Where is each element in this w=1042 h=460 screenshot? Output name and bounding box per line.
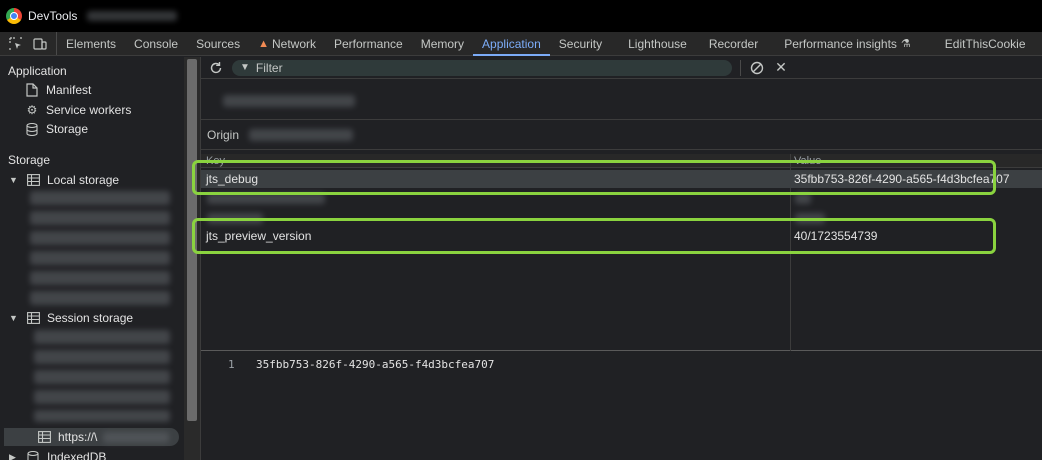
table-icon: [25, 172, 41, 188]
storage-toolbar: ▼ ✕: [201, 57, 1042, 79]
sidebar-item-label: Manifest: [46, 83, 92, 97]
sidebar-heading-application: Application: [8, 64, 67, 78]
title-bar: DevTools: [0, 0, 1042, 32]
sidebar-item-storage[interactable]: Storage: [24, 121, 88, 137]
devtools-tab-bar: Elements Console Sources ▲ Network Perfor…: [0, 32, 1042, 56]
tab-security[interactable]: Security: [550, 32, 611, 55]
storage-data-grid: Key Value jts_debug 35fbb753-826f-4290-a…: [192, 154, 1042, 351]
database-icon: [24, 121, 40, 137]
sidebar-item-label: Local storage: [47, 173, 120, 187]
annotation-highlight-preview-version: [192, 218, 996, 254]
expand-triangle-icon[interactable]: ▼: [9, 313, 19, 323]
tab-label: Performance: [334, 36, 403, 51]
expand-triangle-icon[interactable]: ▼: [9, 175, 19, 185]
tool-icons: [0, 32, 57, 55]
sidebar-item-manifest[interactable]: Manifest: [24, 82, 91, 98]
sidebar-heading-storage: Storage: [8, 153, 51, 167]
redacted-url: [223, 95, 355, 107]
device-toolbar-icon[interactable]: [32, 36, 48, 52]
redacted-origin: [34, 390, 170, 404]
tab-label: Console: [134, 36, 179, 51]
tab-lighthouse[interactable]: Lighthouse: [619, 32, 696, 55]
redacted-origin: [34, 350, 170, 364]
storage-panel: ▼ ✕ Origin Key Value jts_debug 35fbb753-…: [192, 57, 1042, 460]
tab-label: Network: [271, 36, 316, 51]
sidebar-item-session-storage[interactable]: ▼ Session storage: [9, 310, 133, 326]
tab-application[interactable]: Application: [473, 32, 550, 56]
sidebar-item-session-origin[interactable]: https://\: [36, 429, 170, 445]
redacted-title: [87, 11, 178, 21]
sidebar-item-label: Storage: [46, 122, 89, 136]
document-icon: [24, 82, 40, 98]
chrome-logo-icon: [6, 8, 22, 24]
delete-selected-icon[interactable]: ✕: [773, 59, 789, 76]
sidebar-item-indexeddb[interactable]: ▶ IndexedDB: [9, 449, 106, 460]
sidebar-item-label: Service workers: [46, 103, 132, 117]
warning-icon: ▲: [258, 37, 269, 50]
redacted-origin: [30, 231, 170, 245]
origin-url-block: [201, 80, 1042, 120]
tab-performance[interactable]: Performance: [325, 32, 412, 55]
redacted-origin: [30, 251, 170, 265]
inspect-element-icon[interactable]: [8, 36, 24, 52]
annotation-highlight-debug: [192, 160, 996, 195]
toolbar-divider: [740, 59, 741, 76]
application-sidebar: Application Manifest ⚙ Service workers S…: [0, 57, 184, 460]
tab-network[interactable]: ▲ Network: [249, 32, 325, 55]
tab-label: EditThisCookie: [944, 36, 1026, 51]
tab-label: Performance insights: [784, 36, 897, 51]
filter-icon: ▼: [240, 62, 250, 73]
tab-label: Application: [482, 36, 541, 51]
tab-label: Security: [558, 36, 603, 51]
collapse-triangle-icon[interactable]: ▶: [9, 452, 19, 460]
sidebar-item-service-workers[interactable]: ⚙ Service workers: [24, 102, 132, 118]
sidebar-item-label: IndexedDB: [47, 450, 107, 460]
tab-elements[interactable]: Elements: [57, 32, 125, 55]
sidebar-item-local-storage[interactable]: ▼ Local storage: [9, 172, 119, 188]
tab-sources[interactable]: Sources: [187, 32, 249, 55]
tab-label: Memory: [420, 36, 465, 51]
origin-row: Origin: [201, 120, 1042, 150]
redacted-origin: [30, 211, 170, 225]
tab-editthiscookie[interactable]: EditThisCookie: [936, 32, 1035, 55]
gears-icon: ⚙: [26, 103, 38, 117]
redacted-origin: [30, 271, 170, 285]
filter-input[interactable]: [255, 60, 716, 75]
sidebar-scrollbar[interactable]: [184, 57, 200, 460]
tab-performance-insights[interactable]: Performance insights ⚗: [775, 32, 920, 55]
sidebar-item-label: https://\: [58, 430, 98, 444]
redacted-origin: [34, 330, 170, 344]
table-icon: [25, 310, 41, 326]
tab-memory[interactable]: Memory: [412, 32, 473, 55]
tab-label: Elements: [66, 36, 117, 51]
origin-label: Origin: [207, 127, 240, 142]
redacted-origin: [34, 370, 170, 384]
value-preview: 1 35fbb753-826f-4290-a565-f4d3bcfea707: [201, 352, 1042, 460]
filter-box[interactable]: ▼: [232, 59, 732, 76]
tab-label: Recorder: [708, 36, 759, 51]
database-icon: [25, 449, 41, 460]
redacted-origin: [34, 410, 170, 422]
tab-label: Lighthouse: [628, 36, 687, 51]
redacted-origin: [103, 431, 170, 443]
tab-console[interactable]: Console: [125, 32, 187, 55]
tab-label: Sources: [196, 36, 241, 51]
redacted-origin: [30, 191, 170, 205]
table-icon: [36, 429, 52, 445]
preview-content[interactable]: 35fbb753-826f-4290-a565-f4d3bcfea707: [256, 358, 494, 371]
redacted-origin: [30, 291, 170, 305]
flask-icon: ⚗: [900, 38, 911, 50]
window-title: DevTools: [28, 9, 78, 23]
line-number: 1: [228, 358, 235, 371]
redacted-origin: [249, 128, 354, 141]
refresh-icon[interactable]: [208, 60, 224, 76]
sidebar-item-label: Session storage: [47, 311, 134, 325]
clear-all-icon[interactable]: [749, 60, 765, 76]
tab-recorder[interactable]: Recorder: [700, 32, 767, 55]
